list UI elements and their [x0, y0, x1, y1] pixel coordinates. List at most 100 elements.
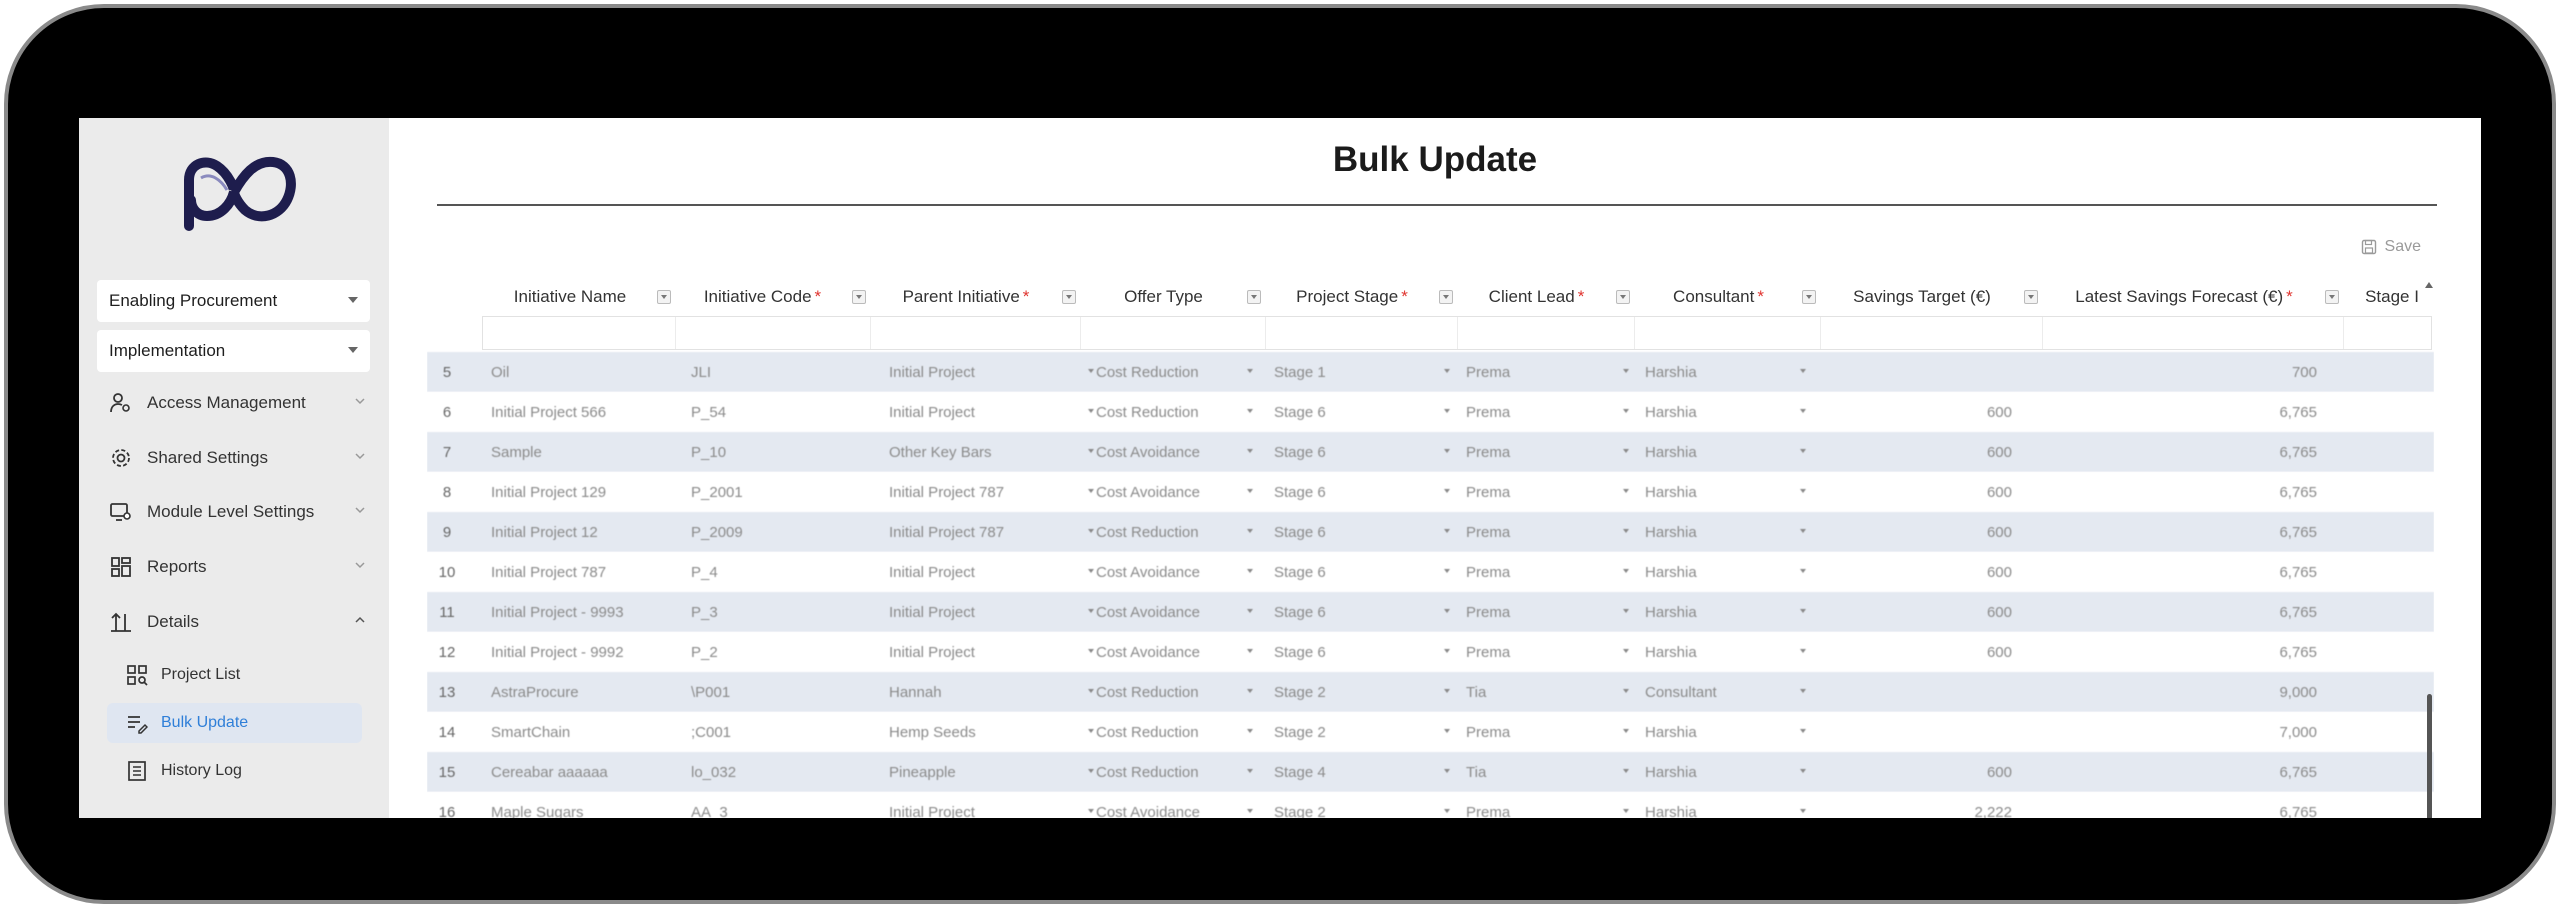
cell-dropdown-icon[interactable] [1623, 689, 1629, 693]
cell-dropdown-icon[interactable] [1247, 689, 1253, 693]
table-row[interactable]: 5 Oil JLI Initial Project Cost Reduction Stag… [427, 352, 2434, 392]
cell-target[interactable]: 600 [1822, 512, 2012, 552]
cell-dropdown-icon[interactable] [1800, 529, 1806, 533]
cell-dropdown-icon[interactable] [1800, 489, 1806, 493]
cell-dropdown-icon[interactable] [1444, 369, 1450, 373]
cell-stage[interactable]: Stage 2 [1274, 792, 1444, 819]
column-header[interactable]: Consultant * [1637, 280, 1800, 314]
cell-dropdown-icon[interactable] [1088, 809, 1094, 813]
column-header[interactable]: Initiative Code * [675, 280, 850, 314]
cell-dropdown-icon[interactable] [1247, 769, 1253, 773]
cell-stage[interactable]: Stage 6 [1274, 432, 1444, 472]
cell-target[interactable]: 2,222 [1822, 792, 2012, 819]
cell-dropdown-icon[interactable] [1444, 729, 1450, 733]
filter-cell[interactable] [1083, 317, 1266, 349]
cell-name[interactable]: SmartChain [491, 712, 681, 752]
cell-dropdown-icon[interactable] [1088, 729, 1094, 733]
cell-forecast[interactable]: 700 [2047, 352, 2317, 392]
cell-stage[interactable]: Stage 2 [1274, 712, 1444, 752]
cell-lead[interactable]: Prema [1466, 792, 1616, 819]
cell-dropdown-icon[interactable] [1444, 609, 1450, 613]
cell-code[interactable]: P_2 [691, 632, 861, 672]
cell-dropdown-icon[interactable] [1800, 769, 1806, 773]
cell-dropdown-icon[interactable] [1800, 569, 1806, 573]
cell-offer[interactable]: Cost Reduction [1096, 712, 1236, 752]
table-row[interactable]: 13 AstraProcure \P001 Hannah Cost Reduction S… [427, 672, 2434, 712]
cell-code[interactable]: P_54 [691, 392, 861, 432]
column-menu-icon[interactable] [852, 290, 866, 304]
cell-dropdown-icon[interactable] [1088, 409, 1094, 413]
cell-forecast[interactable]: 6,765 [2047, 552, 2317, 592]
sidebar-subitem-project-list[interactable]: Project List [107, 655, 362, 695]
cell-stage[interactable]: Stage 6 [1274, 592, 1444, 632]
cell-target[interactable]: 600 [1822, 392, 2012, 432]
cell-dropdown-icon[interactable] [1623, 449, 1629, 453]
cell-stage[interactable]: Stage 1 [1274, 352, 1444, 392]
cell-offer[interactable]: Cost Avoidance [1096, 432, 1236, 472]
cell-dropdown-icon[interactable] [1247, 569, 1253, 573]
cell-dropdown-icon[interactable] [1247, 529, 1253, 533]
cell-offer[interactable]: Cost Reduction [1096, 352, 1236, 392]
cell-forecast[interactable]: 6,765 [2047, 752, 2317, 792]
filter-cell[interactable] [873, 317, 1081, 349]
column-header[interactable]: Offer Type [1082, 280, 1245, 314]
cell-dropdown-icon[interactable] [1444, 769, 1450, 773]
grid-filter-row[interactable] [482, 316, 2432, 350]
cell-lead[interactable]: Prema [1466, 352, 1616, 392]
cell-parent[interactable]: Initial Project 787 [889, 512, 1079, 552]
cell-consultant[interactable]: Harshia [1645, 392, 1795, 432]
cell-dropdown-icon[interactable] [1444, 649, 1450, 653]
cell-dropdown-icon[interactable] [1800, 409, 1806, 413]
cell-parent[interactable]: Hemp Seeds [889, 712, 1079, 752]
filter-cell[interactable] [1638, 317, 1821, 349]
filter-cell[interactable] [1823, 317, 2043, 349]
cell-consultant[interactable]: Harshia [1645, 632, 1795, 672]
cell-target[interactable]: 600 [1822, 632, 2012, 672]
cell-dropdown-icon[interactable] [1088, 489, 1094, 493]
grid-scrollbar[interactable] [2424, 280, 2434, 818]
cell-dropdown-icon[interactable] [1088, 649, 1094, 653]
cell-dropdown-icon[interactable] [1247, 449, 1253, 453]
cell-stage[interactable]: Stage 6 [1274, 552, 1444, 592]
column-menu-icon[interactable] [1439, 290, 1453, 304]
filter-cell[interactable] [676, 317, 871, 349]
cell-target[interactable]: 600 [1822, 752, 2012, 792]
cell-offer[interactable]: Cost Reduction [1096, 392, 1236, 432]
table-row[interactable]: 14 SmartChain ;C001 Hemp Seeds Cost Reductio… [427, 712, 2434, 752]
cell-dropdown-icon[interactable] [1800, 729, 1806, 733]
sidebar-item-access-management[interactable]: Access Management [109, 383, 374, 423]
sidebar-subitem-bulk-update[interactable]: Bulk Update [107, 703, 362, 743]
table-row[interactable]: 8 Initial Project 129 P_2001 Initial Projec… [427, 472, 2434, 512]
cell-code[interactable]: \P001 [691, 672, 861, 712]
cell-target[interactable]: 600 [1822, 472, 2012, 512]
cell-dropdown-icon[interactable] [1088, 449, 1094, 453]
table-row[interactable]: 11 Initial Project - 9993 P_3 Initial Proje… [427, 592, 2434, 632]
cell-name[interactable]: Initial Project 787 [491, 552, 681, 592]
cell-dropdown-icon[interactable] [1800, 689, 1806, 693]
cell-dropdown-icon[interactable] [1247, 809, 1253, 813]
cell-dropdown-icon[interactable] [1088, 369, 1094, 373]
cell-consultant[interactable]: Harshia [1645, 512, 1795, 552]
cell-parent[interactable]: Hannah [889, 672, 1079, 712]
column-menu-icon[interactable] [1062, 290, 1076, 304]
cell-consultant[interactable]: Harshia [1645, 552, 1795, 592]
cell-consultant[interactable]: Harshia [1645, 592, 1795, 632]
cell-code[interactable]: P_10 [691, 432, 861, 472]
cell-lead[interactable]: Prema [1466, 512, 1616, 552]
cell-dropdown-icon[interactable] [1623, 569, 1629, 573]
cell-consultant[interactable]: Harshia [1645, 472, 1795, 512]
column-header[interactable]: Stage I [2347, 280, 2434, 314]
scrollbar-thumb[interactable] [2427, 694, 2432, 818]
cell-dropdown-icon[interactable] [1444, 689, 1450, 693]
cell-consultant[interactable]: Harshia [1645, 792, 1795, 819]
cell-dropdown-icon[interactable] [1088, 569, 1094, 573]
cell-dropdown-icon[interactable] [1623, 609, 1629, 613]
cell-target[interactable]: 600 [1822, 552, 2012, 592]
table-row[interactable]: 6 Initial Project 566 P_54 Initial Project C… [427, 392, 2434, 432]
cell-dropdown-icon[interactable] [1444, 569, 1450, 573]
cell-code[interactable]: ;C001 [691, 712, 861, 752]
column-menu-icon[interactable] [2024, 290, 2038, 304]
filter-cell[interactable] [1460, 317, 1635, 349]
cell-dropdown-icon[interactable] [1444, 809, 1450, 813]
cell-name[interactable]: Oil [491, 352, 681, 392]
